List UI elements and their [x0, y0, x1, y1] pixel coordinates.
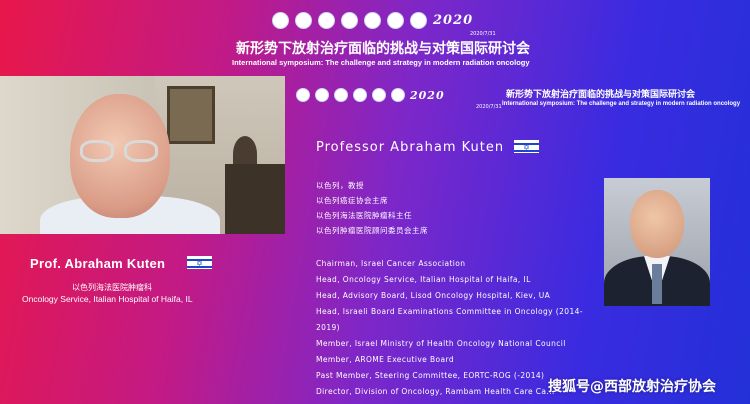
en-title-line: Chairman, Israel Cancer Association — [316, 259, 466, 268]
en-title-line: Head, Israeli Board Examinations Committ… — [316, 307, 583, 316]
cn-title-line: 以色列海法医院肿瘤科主任 — [316, 211, 412, 220]
page-title-cn: 新形势下放射治疗面临的挑战与对策国际研讨会 — [236, 41, 530, 57]
speaker-glasses — [80, 140, 164, 164]
sponsor-logo-3-icon — [318, 12, 335, 29]
sponsor-logo-4-icon — [341, 12, 358, 29]
slide-header-date: 2020/7/31 — [476, 104, 502, 110]
slide-sponsor-logo-6-icon — [391, 88, 405, 102]
slide-title-cn: 新形势下放射治疗面临的挑战与对策国际研讨会 — [506, 90, 696, 100]
cn-title-line: 以色列癌症协会主席 — [316, 196, 388, 205]
speaker-photo — [604, 178, 710, 306]
sponsor-logo-5-icon — [364, 12, 381, 29]
en-title-line: Head, Oncology Service, Italian Hospital… — [316, 275, 531, 284]
sponsor-logo-1-icon — [272, 12, 289, 29]
slide-cn-titles: 以色列，教授 以色列癌症协会主席 以色列海法医院肿瘤科主任 以色列肿瘤医院顾问委… — [316, 178, 428, 238]
slide-sponsor-logo-5-icon — [372, 88, 386, 102]
slide-event-logo: 2020 — [410, 88, 445, 102]
photo-tie — [652, 264, 662, 304]
header-date: 2020/7/31 — [470, 31, 496, 37]
header-logos: 2020 — [272, 12, 473, 29]
video-speaker-name: Prof. Abraham Kuten — [30, 256, 166, 271]
slide-sponsor-logo-3-icon — [334, 88, 348, 102]
video-background-shelf — [225, 164, 285, 234]
sponsor-logo-6-icon — [387, 12, 404, 29]
page-title-en: International symposium: The challenge a… — [232, 58, 530, 67]
slide-sponsor-logo-1-icon — [296, 88, 310, 102]
en-title-line: 2019) — [316, 323, 341, 332]
en-title-line: Member, Israel Ministry of Health Oncolo… — [316, 339, 566, 348]
israel-flag-icon: ✡ — [187, 256, 212, 269]
event-logo: 2020 — [433, 13, 474, 28]
watermark: 搜狐号@西部放射治疗协会 — [548, 379, 716, 395]
photo-face — [630, 190, 684, 258]
slide-speaker-name: Professor Abraham Kuten — [316, 140, 505, 155]
video-speaker-affiliation-cn: 以色列海法医院肿瘤科 — [72, 283, 152, 292]
en-title-line: Head, Advisory Board, Lisod Oncology Hos… — [316, 291, 551, 300]
video-background-picture — [167, 86, 215, 144]
slide-sponsor-logo-4-icon — [353, 88, 367, 102]
video-speaker-affiliation-en: Oncology Service, Italian Hospital of Ha… — [22, 294, 193, 304]
en-title-line: Member, AROME Executive Board — [316, 355, 454, 364]
speaker-video — [0, 76, 285, 234]
cn-title-line: 以色列，教授 — [316, 181, 364, 190]
slide-sponsor-logo-2-icon — [315, 88, 329, 102]
slide-header-logos: 2020 — [296, 88, 445, 102]
israel-flag-icon: ✡ — [514, 140, 539, 153]
sponsor-logo-7-icon — [410, 12, 427, 29]
slide-title-en: International symposium: The challenge a… — [502, 101, 741, 107]
sponsor-logo-2-icon — [295, 12, 312, 29]
cn-title-line: 以色列肿瘤医院顾问委员会主席 — [316, 226, 428, 235]
